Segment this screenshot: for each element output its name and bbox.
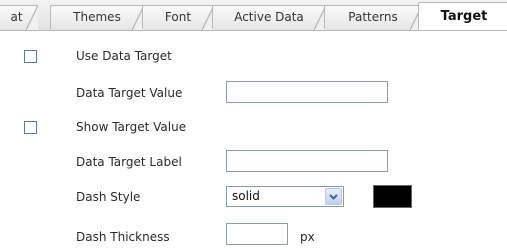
dash-thickness-label: Dash Thickness	[76, 230, 170, 244]
data-target-label-label: Data Target Label	[76, 155, 182, 169]
tab-active-data-label: Active Data	[234, 10, 304, 24]
chevron-down-icon[interactable]	[325, 188, 342, 205]
tab-themes-label: Themes	[73, 10, 121, 24]
data-target-value-input[interactable]	[226, 81, 388, 103]
use-data-target-label: Use Data Target	[76, 49, 172, 63]
tab-font[interactable]: Font	[142, 5, 214, 30]
dash-thickness-unit: px	[300, 230, 315, 244]
tab-patterns-label: Patterns	[348, 10, 398, 24]
data-target-value-label: Data Target Value	[76, 86, 183, 100]
tab-format-label: at	[10, 10, 23, 24]
tab-themes[interactable]: Themes	[50, 5, 144, 30]
tab-target[interactable]: Target	[418, 2, 507, 30]
data-target-label-input[interactable]	[226, 150, 388, 172]
dash-color-swatch[interactable]	[373, 185, 412, 208]
tab-font-label: Font	[164, 10, 192, 24]
dash-style-value: solid	[232, 189, 260, 203]
tab-format[interactable]: at	[0, 5, 38, 30]
show-target-value-label: Show Target Value	[76, 120, 187, 134]
tab-active-data[interactable]: Active Data	[212, 5, 326, 30]
tab-strip: at Themes Font Active Data Patterns Targ…	[0, 0, 507, 31]
use-data-target-checkbox[interactable]	[24, 50, 37, 63]
tab-patterns[interactable]: Patterns	[324, 5, 422, 30]
dash-style-select[interactable]: solid	[226, 186, 344, 207]
dash-style-label: Dash Style	[76, 190, 141, 204]
show-target-value-checkbox[interactable]	[24, 121, 37, 134]
tab-target-label: Target	[440, 9, 488, 24]
target-settings-panel: at Themes Font Active Data Patterns Targ…	[0, 0, 507, 250]
dash-thickness-input[interactable]	[226, 223, 288, 245]
